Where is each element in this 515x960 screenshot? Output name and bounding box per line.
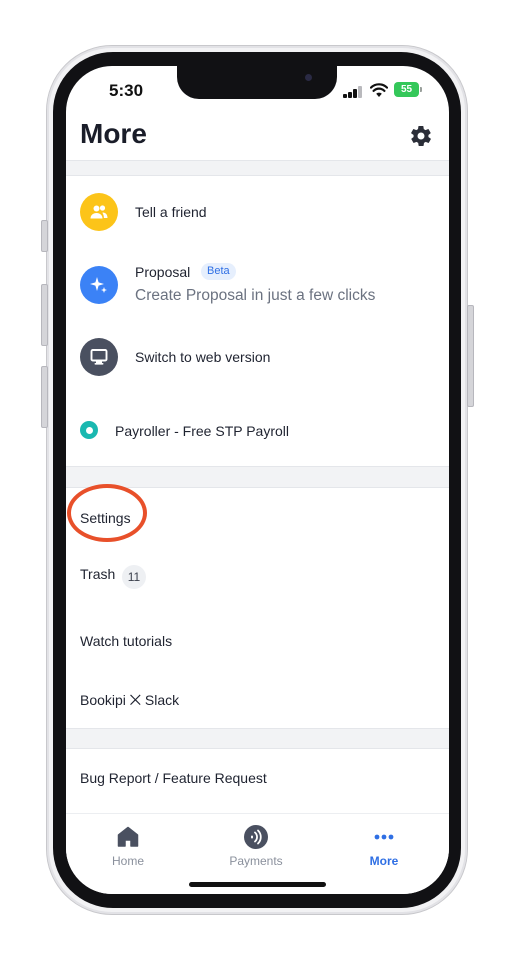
payments-icon xyxy=(244,825,268,849)
watch-tutorials-label: Watch tutorials xyxy=(80,633,173,649)
tab-more-label: More xyxy=(369,854,399,868)
home-indicator[interactable] xyxy=(189,882,326,887)
settings-item[interactable]: Settings xyxy=(66,498,449,536)
payroller-logo-icon xyxy=(80,421,98,439)
proposal-sublabel: Create Proposal in just a few clicks xyxy=(135,287,376,304)
tab-home-label: Home xyxy=(111,854,144,868)
camera-notch xyxy=(177,66,337,99)
people-icon xyxy=(80,193,118,231)
phone-side-button-volume-down xyxy=(41,366,48,428)
payroller-item[interactable]: Payroller - Free STP Payroll xyxy=(66,410,449,450)
trash-label: Trash xyxy=(80,566,116,582)
tab-home[interactable]: Home xyxy=(83,824,173,868)
bug-report-label: Bug Report / Feature Request xyxy=(80,770,267,786)
monitor-icon xyxy=(80,338,118,376)
tab-payments[interactable]: Payments xyxy=(211,824,301,868)
bookipi-slack-item[interactable]: Bookipi ⨉ Slack xyxy=(66,684,449,720)
phone-side-button-mute xyxy=(41,220,48,252)
beta-badge: Beta xyxy=(201,263,236,280)
phone-side-button-volume-up xyxy=(41,284,48,346)
tab-more[interactable]: More xyxy=(339,824,429,868)
status-time: 5:30 xyxy=(109,81,144,100)
watch-tutorials-item[interactable]: Watch tutorials xyxy=(66,624,449,660)
wifi-icon xyxy=(370,83,388,97)
tab-payments-label: Payments xyxy=(229,854,283,868)
bug-report-item[interactable]: Bug Report / Feature Request xyxy=(66,762,449,798)
more-dots-icon xyxy=(374,834,394,840)
home-icon xyxy=(117,826,139,847)
settings-label: Settings xyxy=(80,510,131,526)
switch-to-web-version-item[interactable]: Switch to web version xyxy=(66,334,449,380)
payroller-label: Payroller - Free STP Payroll xyxy=(115,423,290,439)
bookipi-slack-label: Bookipi ⨉ Slack xyxy=(80,692,180,708)
proposal-label: Proposal xyxy=(135,264,191,280)
tell-a-friend-label: Tell a friend xyxy=(135,204,207,220)
switch-to-web-version-label: Switch to web version xyxy=(135,349,271,365)
section-divider xyxy=(66,728,449,749)
camera-icon xyxy=(305,74,312,81)
section-divider xyxy=(66,466,449,488)
app-screen: 5:30 55 More Tell a friend Proposal Beta… xyxy=(66,66,449,894)
battery-indicator: 55 xyxy=(394,82,422,97)
section-divider xyxy=(66,160,449,176)
cellular-signal-icon xyxy=(343,86,363,98)
page-title: More xyxy=(80,118,147,149)
gear-icon[interactable] xyxy=(409,124,433,148)
trash-count-badge: 11 xyxy=(122,565,146,589)
phone-side-button-power xyxy=(467,305,474,407)
tell-a-friend-item[interactable]: Tell a friend xyxy=(66,188,449,236)
sparkle-icon xyxy=(80,266,118,304)
